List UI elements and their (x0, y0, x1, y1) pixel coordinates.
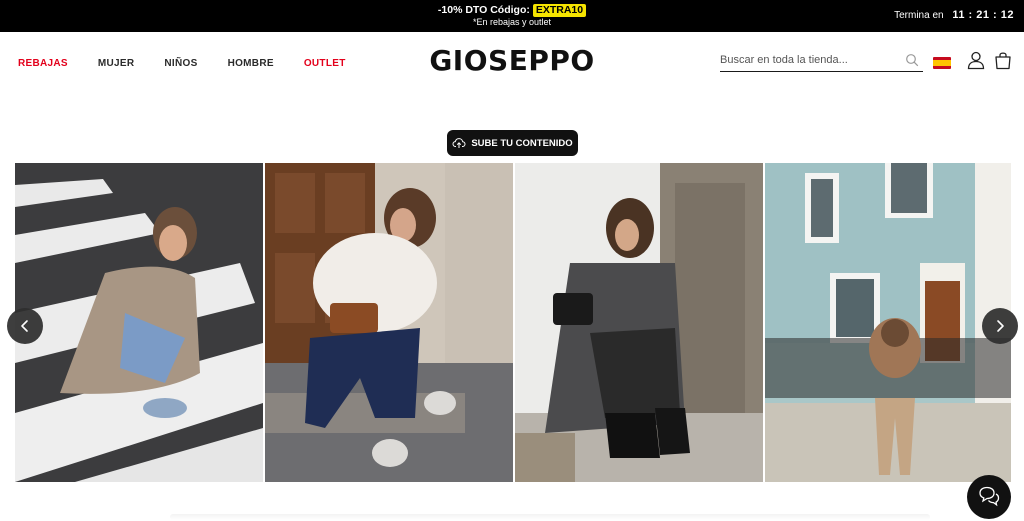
promo-message: -10% DTO Código: EXTRA10 *En rebajas y o… (0, 4, 1024, 28)
chevron-right-icon (997, 320, 1004, 332)
site-logo[interactable]: GIOSEPPO (412, 44, 612, 77)
countdown-label: Termina en (894, 10, 944, 21)
section-divider (170, 514, 930, 520)
carousel-next-button[interactable] (982, 308, 1018, 344)
nav-item-ninos[interactable]: NIÑOS (164, 58, 197, 69)
chat-launcher-button[interactable] (967, 475, 1011, 519)
ugc-photo-2[interactable] (265, 163, 513, 482)
ugc-photo-4[interactable] (765, 163, 1011, 482)
nav-item-outlet[interactable]: OUTLET (304, 58, 346, 69)
chevron-left-icon (21, 320, 28, 332)
promo-code: EXTRA10 (532, 4, 587, 17)
nav-item-mujer[interactable]: MUJER (98, 58, 135, 69)
countdown-value: 11 : 21 : 12 (952, 9, 1014, 21)
nav-item-hombre[interactable]: HOMBRE (228, 58, 274, 69)
user-icon[interactable] (966, 50, 986, 70)
cart-icon[interactable] (993, 50, 1013, 70)
search-input[interactable] (720, 50, 895, 70)
upload-cloud-icon (452, 138, 466, 148)
promo-countdown: Termina en 11 : 21 : 12 (894, 9, 1014, 21)
spain-flag-icon[interactable] (933, 57, 951, 69)
upload-content-button[interactable]: SUBE TU CONTENIDO (447, 130, 578, 156)
search-bar (720, 50, 923, 72)
nav-item-rebajas[interactable]: REBAJAS (18, 58, 68, 69)
upload-content-label: SUBE TU CONTENIDO (471, 137, 573, 149)
carousel-prev-button[interactable] (7, 308, 43, 344)
ugc-photo-1[interactable] (15, 163, 263, 482)
promo-note: *En rebajas y outlet (472, 17, 552, 27)
promo-text: -10% DTO Código: (437, 4, 530, 16)
site-header: REBAJAS MUJER NIÑOS HOMBRE OUTLET GIOSEP… (0, 32, 1024, 96)
chat-bubbles-icon (979, 486, 1000, 507)
search-icon[interactable] (905, 53, 919, 67)
promo-bar: -10% DTO Código: EXTRA10 *En rebajas y o… (0, 0, 1024, 32)
main-nav: REBAJAS MUJER NIÑOS HOMBRE OUTLET (18, 58, 346, 69)
ugc-carousel (15, 163, 1011, 482)
ugc-photo-3[interactable] (515, 163, 763, 482)
